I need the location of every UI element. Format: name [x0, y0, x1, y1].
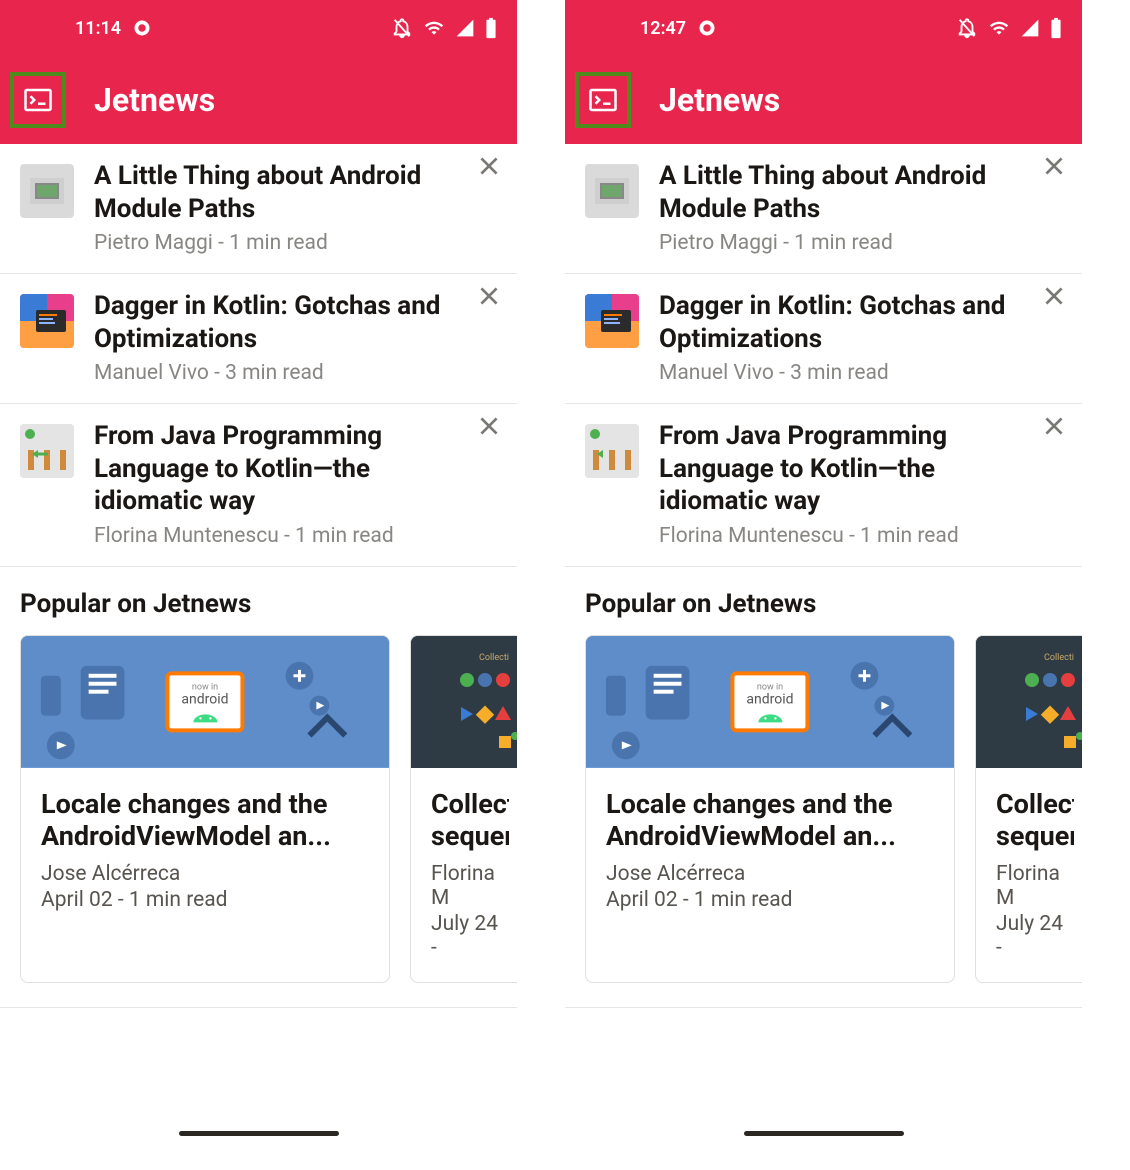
notifications-off-icon [391, 17, 413, 39]
post-title: Dagger in Kotlin: Gotchas and Optimizati… [659, 290, 1022, 355]
dismiss-button[interactable] [1038, 410, 1070, 442]
nav-indicator [744, 1131, 904, 1136]
popular-card[interactable]: now inandroid Locale changes and the And… [20, 635, 390, 984]
section-header-popular: Popular on Jetnews [0, 567, 517, 635]
post-meta: Florina Muntenescu - 1 min read [94, 524, 457, 548]
list-item[interactable]: From Java Programming Language to Kotlin… [565, 404, 1082, 567]
popular-carousel[interactable]: now inandroid Locale changes and the And… [0, 635, 517, 1009]
close-icon [1041, 283, 1067, 309]
post-title: A Little Thing about Android Module Path… [94, 160, 457, 225]
android-logo: now inandroid [165, 671, 244, 732]
post-title: Dagger in Kotlin: Gotchas and Optimizati… [94, 290, 457, 355]
popular-card[interactable]: Collecti Collect sequen Florina M July 2… [410, 635, 517, 984]
card-date: April 02 - 1 min read [606, 888, 934, 912]
app-bar: Jetnews [565, 56, 1082, 144]
wifi-icon [423, 18, 445, 38]
section-header-popular: Popular on Jetnews [565, 567, 1082, 635]
list-item[interactable]: A Little Thing about Android Module Path… [565, 144, 1082, 274]
shapes-icon: Collecti [976, 636, 1082, 768]
dismiss-button[interactable] [1038, 280, 1070, 312]
post-thumbnail [585, 424, 639, 478]
close-icon [476, 413, 502, 439]
card-title: Collect sequen [431, 788, 509, 853]
nav-menu-button[interactable] [575, 72, 631, 128]
dismiss-button[interactable] [473, 280, 505, 312]
clock: 12:47 [640, 18, 686, 39]
nav-menu-button[interactable] [10, 72, 66, 128]
post-thumbnail [20, 294, 74, 348]
nav-indicator [179, 1131, 339, 1136]
card-author: Jose Alcérreca [606, 862, 934, 886]
terminal-icon [23, 85, 53, 115]
list-item[interactable]: A Little Thing about Android Module Path… [0, 144, 517, 274]
notifications-off-icon [956, 17, 978, 39]
list-item[interactable]: From Java Programming Language to Kotlin… [0, 404, 517, 567]
dismiss-button[interactable] [1038, 150, 1070, 182]
close-icon [476, 283, 502, 309]
post-thumbnail [585, 294, 639, 348]
card-date: April 02 - 1 min read [41, 888, 369, 912]
list-item[interactable]: Dagger in Kotlin: Gotchas and Optimizati… [0, 274, 517, 404]
post-meta: Manuel Vivo - 3 min read [659, 361, 1022, 385]
android-logo: now inandroid [730, 671, 809, 732]
phone-left: 11:14 Jetnews A Little Thing about Andro… [0, 0, 517, 1170]
app-title: Jetnews [659, 81, 780, 119]
shapes-icon: Collecti [411, 636, 517, 768]
battery-icon [485, 17, 497, 39]
svg-text:Collecti: Collecti [1044, 653, 1074, 663]
list-item[interactable]: Dagger in Kotlin: Gotchas and Optimizati… [565, 274, 1082, 404]
signal-icon [1020, 18, 1040, 38]
popular-card[interactable]: now inandroid Locale changes and the And… [585, 635, 955, 984]
post-meta: Florina Muntenescu - 1 min read [659, 524, 1022, 548]
card-image: now inandroid [21, 636, 389, 768]
post-list: A Little Thing about Android Module Path… [565, 144, 1082, 567]
popular-card[interactable]: Collecti Collect sequen Florina M July 2… [975, 635, 1082, 984]
post-thumbnail [20, 424, 74, 478]
card-title: Locale changes and the AndroidViewModel … [41, 788, 369, 853]
card-author: Florina M [431, 862, 509, 910]
signal-icon [455, 18, 475, 38]
card-author: Jose Alcérreca [41, 862, 369, 886]
post-meta: Manuel Vivo - 3 min read [94, 361, 457, 385]
card-title: Locale changes and the AndroidViewModel … [606, 788, 934, 853]
phone-gap [517, 0, 565, 1170]
app-indicator-icon [698, 19, 716, 37]
close-icon [476, 153, 502, 179]
svg-text:Collecti: Collecti [479, 653, 509, 663]
clock: 11:14 [75, 18, 121, 39]
card-image: Collecti [411, 636, 517, 768]
post-meta: Pietro Maggi - 1 min read [659, 231, 1022, 255]
app-title: Jetnews [94, 81, 215, 119]
post-thumbnail [585, 164, 639, 218]
post-title: From Java Programming Language to Kotlin… [659, 420, 1022, 518]
card-image: now inandroid [586, 636, 954, 768]
status-bar: 12:47 [565, 0, 1082, 56]
post-list: A Little Thing about Android Module Path… [0, 144, 517, 567]
post-title: From Java Programming Language to Kotlin… [94, 420, 457, 518]
card-title: Collect sequen [996, 788, 1074, 853]
card-date: July 24 - [431, 912, 509, 960]
card-author: Florina M [996, 862, 1074, 910]
terminal-icon [588, 85, 618, 115]
dismiss-button[interactable] [473, 410, 505, 442]
status-bar: 11:14 [0, 0, 517, 56]
app-bar: Jetnews [0, 56, 517, 144]
close-icon [1041, 413, 1067, 439]
close-icon [1041, 153, 1067, 179]
wifi-icon [988, 18, 1010, 38]
phone-right: 12:47 Jetnews A Little Thing about Andro… [565, 0, 1082, 1170]
post-title: A Little Thing about Android Module Path… [659, 160, 1022, 225]
post-thumbnail [20, 164, 74, 218]
popular-carousel[interactable]: now inandroid Locale changes and the And… [565, 635, 1082, 1009]
dismiss-button[interactable] [473, 150, 505, 182]
app-indicator-icon [133, 19, 151, 37]
card-date: July 24 - [996, 912, 1074, 960]
post-meta: Pietro Maggi - 1 min read [94, 231, 457, 255]
battery-icon [1050, 17, 1062, 39]
card-image: Collecti [976, 636, 1082, 768]
